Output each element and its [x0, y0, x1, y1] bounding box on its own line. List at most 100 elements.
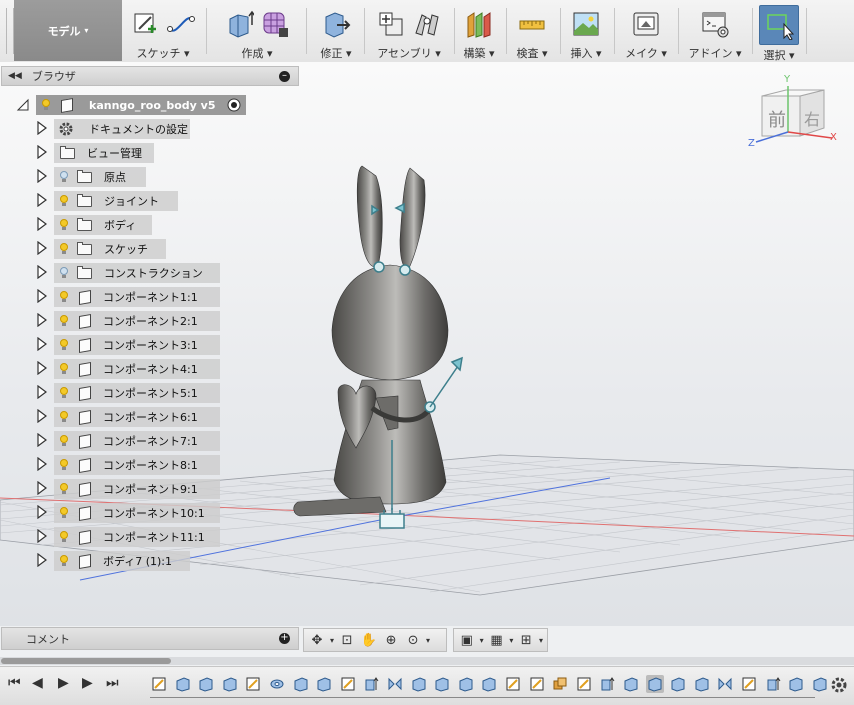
tree-row[interactable]: コンポーネント8:1: [36, 455, 220, 475]
chevron-down-icon[interactable]: ▾: [330, 636, 334, 645]
timeline-track[interactable]: [150, 672, 827, 700]
tree-row-box[interactable]: 原点: [54, 167, 146, 187]
spline-icon[interactable]: [166, 9, 196, 39]
timeline-settings-gear-icon[interactable]: [830, 676, 848, 694]
joint-icon[interactable]: [412, 9, 442, 39]
select-cursor-icon[interactable]: [764, 10, 794, 40]
measure-icon[interactable]: [517, 9, 547, 39]
expand-triangle-icon[interactable]: [36, 240, 48, 258]
tree-row-box[interactable]: ボディ7 (1):1: [54, 551, 190, 571]
tree-row-box[interactable]: コンポーネント9:1: [54, 479, 220, 499]
tree-row[interactable]: コンポーネント11:1: [36, 527, 220, 547]
model-body[interactable]: [293, 165, 449, 517]
pan-hand-icon[interactable]: ✋: [360, 632, 378, 648]
visibility-bulb-icon[interactable]: [59, 555, 69, 567]
tree-row[interactable]: コンポーネント7:1: [36, 431, 220, 451]
expand-triangle-icon[interactable]: [36, 432, 48, 450]
activate-radio-icon[interactable]: [227, 98, 241, 112]
comments-panel[interactable]: コメント +: [1, 627, 299, 650]
timeline-extrude-feature-icon[interactable]: [811, 675, 829, 693]
toolbar-group-select[interactable]: 選択 ▾: [756, 2, 802, 62]
visibility-bulb-icon[interactable]: [59, 243, 69, 255]
create-sketch-icon[interactable]: [130, 9, 160, 39]
viewcube-right-label[interactable]: 右: [804, 106, 820, 130]
timeline-revolve-feature-icon[interactable]: [268, 675, 286, 693]
tree-row[interactable]: ボディ7 (1):1: [36, 551, 190, 571]
collapse-browser-icon[interactable]: ◀◀: [8, 71, 22, 81]
expand-triangle-icon[interactable]: [36, 360, 48, 378]
step-back-icon[interactable]: ◀: [32, 675, 43, 691]
timeline-extrude-feature-icon[interactable]: [433, 675, 451, 693]
timeline-extrude-feature-icon[interactable]: [197, 675, 215, 693]
toolbar-group-sketch[interactable]: スケッチ ▾: [126, 2, 200, 60]
visibility-bulb-icon[interactable]: [59, 219, 69, 231]
tree-row-box[interactable]: コンポーネント2:1: [54, 311, 220, 331]
go-to-end-icon[interactable]: ⏭: [106, 675, 119, 691]
press-pull-icon[interactable]: [321, 9, 351, 39]
zoom-icon[interactable]: ⊕: [382, 632, 400, 648]
timeline-sketch-feature-icon[interactable]: [575, 675, 593, 693]
tree-row-box[interactable]: コンストラクション: [54, 263, 220, 283]
offset-plane-icon[interactable]: [464, 9, 494, 39]
timeline-sketch-feature-icon[interactable]: [244, 675, 262, 693]
visibility-bulb-icon[interactable]: [59, 459, 69, 471]
tree-row-box[interactable]: ボディ: [54, 215, 152, 235]
chevron-down-icon[interactable]: ▾: [480, 636, 484, 645]
tree-row[interactable]: コンポーネント1:1: [36, 287, 220, 307]
tree-row-box[interactable]: スケッチ: [54, 239, 166, 259]
timeline-extrude-feature-icon[interactable]: [315, 675, 333, 693]
tree-row-box[interactable]: コンポーネント3:1: [54, 335, 220, 355]
expand-triangle-icon[interactable]: [36, 120, 48, 138]
timeline-extrude-feature-icon[interactable]: [645, 675, 664, 693]
visibility-bulb-icon[interactable]: [59, 507, 69, 519]
timeline-extrude-feature-icon[interactable]: [221, 675, 239, 693]
expand-triangle-icon[interactable]: [36, 384, 48, 402]
timeline-extrude-feature-icon[interactable]: [174, 675, 192, 693]
tree-row[interactable]: コンポーネント2:1: [36, 311, 220, 331]
timeline-extrude-feature-icon[interactable]: [669, 675, 687, 693]
expand-triangle-icon[interactable]: [36, 168, 48, 186]
visibility-bulb-icon[interactable]: [59, 171, 69, 183]
tree-row[interactable]: コンポーネント6:1: [36, 407, 220, 427]
display-settings-icon[interactable]: ▣: [458, 632, 476, 648]
timeline-mirror-feature-icon[interactable]: [716, 675, 734, 693]
tree-row[interactable]: ドキュメントの設定: [36, 119, 190, 139]
visibility-bulb-icon[interactable]: [41, 99, 51, 111]
timeline-extrude-feature-icon[interactable]: [480, 675, 498, 693]
timeline-extrude-feature-icon[interactable]: [693, 675, 711, 693]
expand-triangle-icon[interactable]: [36, 264, 48, 282]
tree-row[interactable]: 原点: [36, 167, 146, 187]
tree-row[interactable]: コンポーネント9:1: [36, 479, 220, 499]
tree-root-box[interactable]: kanngo_roo_body v5: [36, 95, 246, 115]
visibility-bulb-icon[interactable]: [59, 363, 69, 375]
timeline-press-feature-icon[interactable]: [362, 675, 380, 693]
viewcube[interactable]: 前 右 Y X Z: [748, 74, 848, 172]
timeline-sketch-feature-icon[interactable]: [740, 675, 758, 693]
visibility-bulb-icon[interactable]: [59, 483, 69, 495]
toolbar-group-insert[interactable]: 挿入 ▾: [564, 2, 608, 60]
tree-row-box[interactable]: コンポーネント10:1: [54, 503, 220, 523]
go-to-start-icon[interactable]: ⏮: [8, 675, 21, 691]
3d-print-icon[interactable]: [631, 9, 661, 39]
tree-row-box[interactable]: コンポーネント8:1: [54, 455, 220, 475]
tree-row[interactable]: コンストラクション: [36, 263, 220, 283]
expand-triangle-icon[interactable]: [36, 192, 48, 210]
expand-triangle-icon[interactable]: [36, 288, 48, 306]
expand-triangle-icon[interactable]: [36, 144, 48, 162]
timeline-mirror-feature-icon[interactable]: [386, 675, 404, 693]
tree-root-row[interactable]: kanngo_roo_body v5: [16, 95, 246, 115]
toolbar-grip[interactable]: [6, 8, 14, 54]
expand-triangle-icon[interactable]: [36, 504, 48, 522]
tree-row[interactable]: コンポーネント4:1: [36, 359, 220, 379]
timeline-press-feature-icon[interactable]: [764, 675, 782, 693]
tree-row[interactable]: ビュー管理: [36, 143, 154, 163]
timeline-sketch-feature-icon[interactable]: [150, 675, 168, 693]
tree-row-box[interactable]: コンポーネント4:1: [54, 359, 220, 379]
expand-triangle-icon[interactable]: [36, 408, 48, 426]
expand-triangle-icon[interactable]: [36, 480, 48, 498]
timeline-extrude-feature-icon[interactable]: [410, 675, 428, 693]
visibility-bulb-icon[interactable]: [59, 531, 69, 543]
expand-triangle-icon[interactable]: [36, 312, 48, 330]
tree-row-box[interactable]: ビュー管理: [54, 143, 154, 163]
tree-row-box[interactable]: ドキュメントの設定: [54, 119, 190, 139]
